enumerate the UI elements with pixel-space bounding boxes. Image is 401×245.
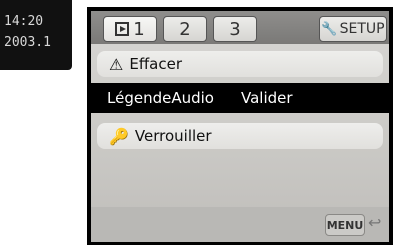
warning-icon: ⚠ bbox=[109, 54, 124, 74]
key-icon: 🔑 bbox=[109, 126, 129, 146]
tab-setup[interactable]: 🔧 SETUP bbox=[319, 16, 387, 42]
wrench-icon: 🔧 bbox=[321, 21, 338, 37]
setup-label: SETUP bbox=[339, 21, 385, 37]
image-thumbnail: 14:20 2003.1 bbox=[0, 0, 72, 70]
tab-2[interactable]: 2 bbox=[163, 16, 207, 42]
menu-item-value: Valider bbox=[241, 89, 293, 107]
menu-button[interactable]: MENU bbox=[325, 214, 365, 236]
menu-panel: 1 2 3 🔧 SETUP ⚠ Effacer LégendeAudio Val… bbox=[91, 11, 389, 242]
menu-item-label: LégendeAudio bbox=[107, 89, 214, 107]
footer-bar: MENU ↩ bbox=[91, 207, 389, 242]
thumbnail-date: 2003.1 bbox=[4, 35, 51, 50]
tab-3[interactable]: 3 bbox=[213, 16, 257, 42]
tab-label-3: 3 bbox=[229, 18, 241, 40]
menu-item-label: Effacer bbox=[129, 55, 182, 73]
menu-item-legende-audio[interactable]: LégendeAudio Valider bbox=[91, 83, 389, 113]
tab-label-2: 2 bbox=[179, 18, 191, 40]
menu-item-label: Verrouiller bbox=[134, 127, 212, 145]
tab-label-1: 1 bbox=[133, 18, 145, 40]
tab-bar: 1 2 3 🔧 SETUP bbox=[91, 11, 389, 44]
thumbnail-time: 14:20 bbox=[4, 14, 44, 29]
tab-playback-1[interactable]: 1 bbox=[103, 16, 157, 42]
return-icon: ↩ bbox=[368, 213, 382, 232]
playback-icon bbox=[115, 22, 130, 36]
camera-menu-screen: 1 2 3 🔧 SETUP ⚠ Effacer LégendeAudio Val… bbox=[87, 7, 393, 245]
menu-item-verrouiller[interactable]: 🔑 Verrouiller bbox=[97, 123, 383, 149]
menu-item-effacer[interactable]: ⚠ Effacer bbox=[97, 51, 383, 77]
